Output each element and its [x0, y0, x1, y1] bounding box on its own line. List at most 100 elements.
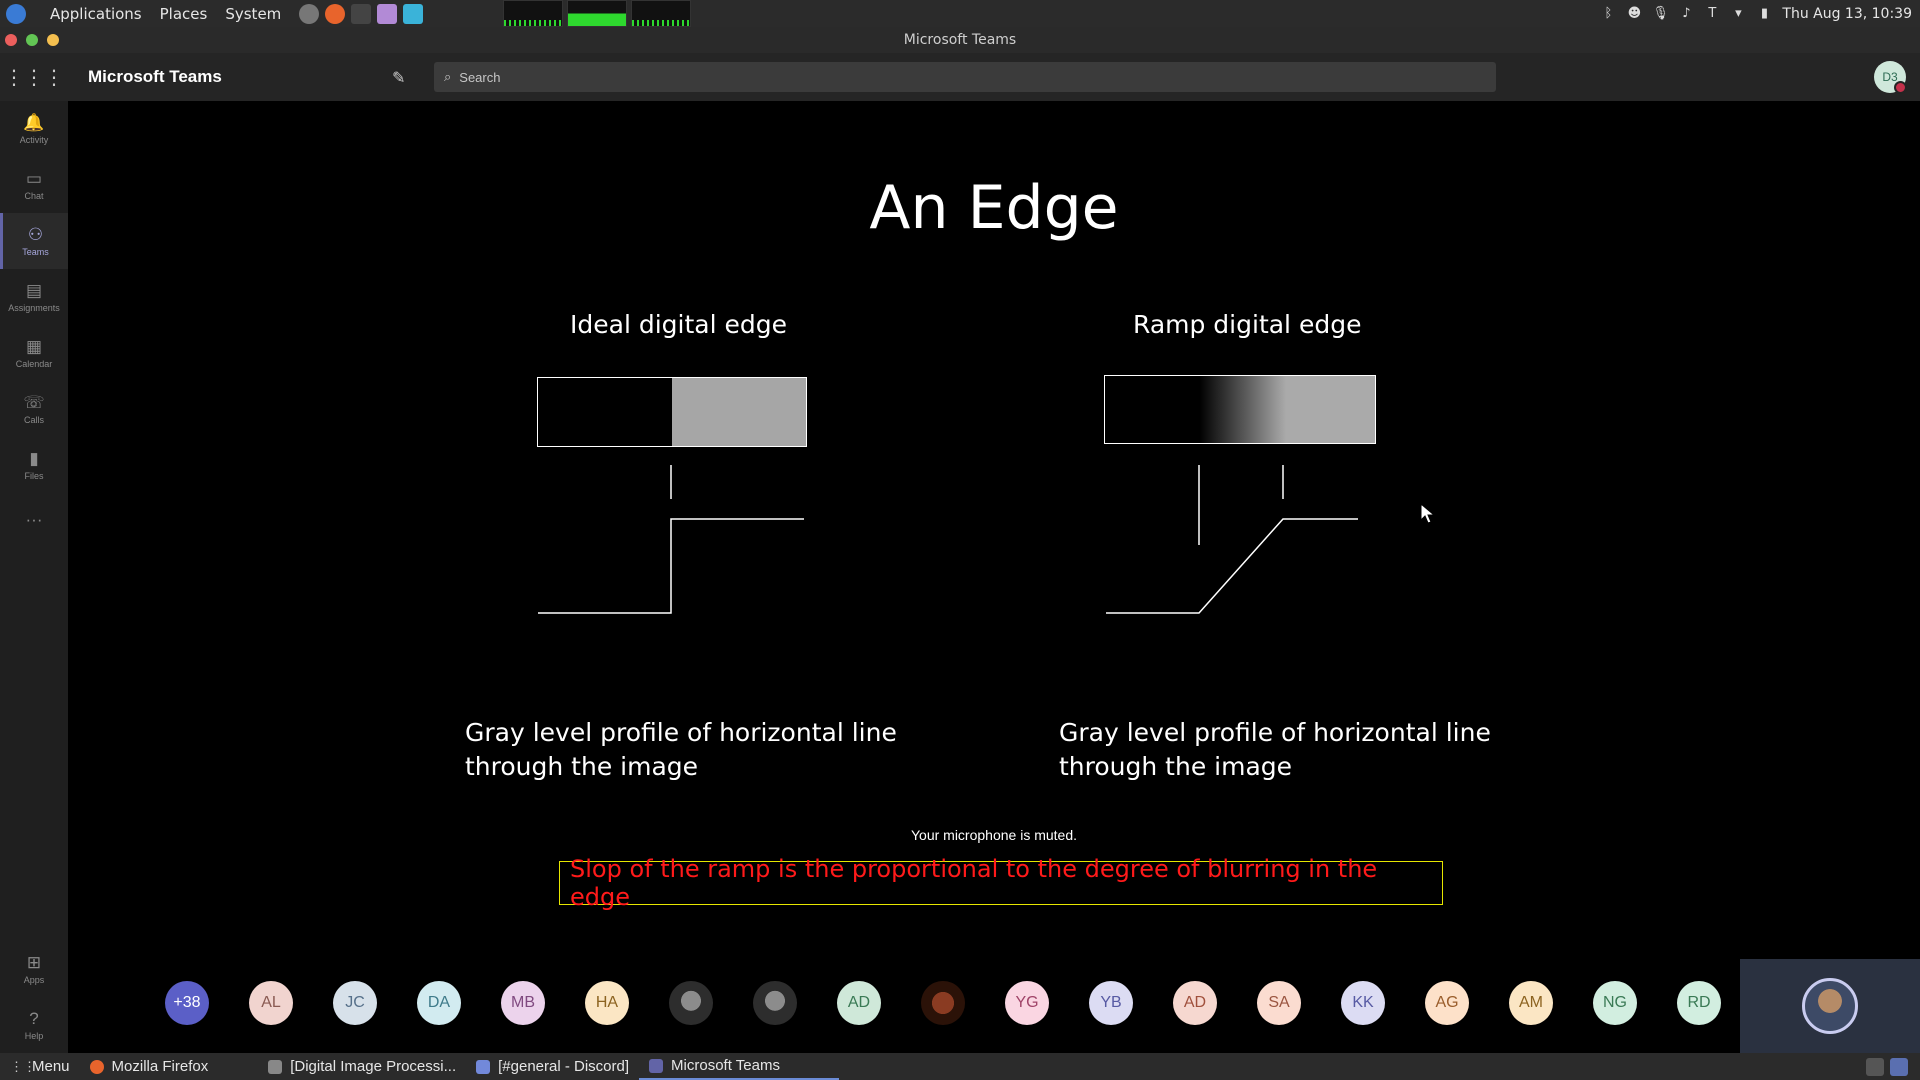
participant-avatar[interactable]: JC [333, 981, 377, 1025]
taskbar-document[interactable]: [Digital Image Processi... [258, 1053, 466, 1080]
document-icon [268, 1059, 283, 1074]
firefox-icon [89, 1059, 104, 1074]
text-editor-launcher-icon[interactable] [377, 3, 398, 24]
participant-avatar[interactable]: NG [1593, 981, 1637, 1025]
rail-label: Help [24, 1030, 44, 1041]
participant-photo-avatar[interactable] [669, 981, 713, 1025]
apps-icon: ⊞ [26, 952, 42, 972]
menu-grid-icon: ⋮⋮ [10, 1058, 36, 1074]
participant-avatar[interactable]: HA [585, 981, 629, 1025]
cpu-graph [503, 0, 564, 27]
chat-icon: ▭ [25, 168, 43, 188]
system-top-bar: Applications Places System ᛒ ☻ 🎙 ♪ T ▾ ▮… [0, 0, 1920, 27]
discord-icon [476, 1059, 491, 1074]
bluetooth-icon[interactable]: ᛒ [1600, 6, 1616, 21]
rail-label: Teams [22, 246, 49, 257]
workspace-1-icon[interactable] [1866, 1057, 1884, 1076]
participant-avatar[interactable]: AG [1425, 981, 1469, 1025]
ramp-profile-caption: Gray level profile of horizontal line th… [1059, 718, 1491, 781]
participant-avatar[interactable]: KK [1341, 981, 1385, 1025]
rail-help[interactable]: ? Help [0, 997, 68, 1053]
taskbar-discord[interactable]: [#general - Discord] [466, 1053, 639, 1080]
app-launcher-grid-icon[interactable]: ⋮⋮⋮ [0, 65, 68, 89]
teams-header: ⋮⋮⋮ Microsoft Teams ✎ ⌕ Search D3 [0, 53, 1920, 101]
user-avatar[interactable]: D3 [1874, 61, 1907, 94]
participant-avatar[interactable]: AD [1173, 981, 1217, 1025]
applications-menu[interactable]: Applications [50, 5, 142, 23]
rail-assignments[interactable]: ▤ Assignments [0, 269, 68, 325]
firefox-launcher-icon[interactable] [325, 3, 346, 24]
new-chat-compose-icon[interactable]: ✎ [392, 68, 422, 87]
rail-calls[interactable]: ☏ Calls [0, 381, 68, 437]
participant-photo-avatar[interactable] [753, 981, 797, 1025]
help-icon: ? [29, 1008, 39, 1028]
mic-muted-notice: Your microphone is muted. [910, 827, 1078, 843]
participant-photo-avatar[interactable] [921, 981, 965, 1025]
close-window-icon[interactable] [5, 34, 17, 46]
left-rail: 🔔 Activity ▭ Chat ⚇ Teams ▤ Assignments … [0, 101, 68, 1053]
ideal-profile-caption: Gray level profile of horizontal line th… [465, 718, 897, 781]
rail-calendar[interactable]: ▦ Calendar [0, 325, 68, 381]
participant-avatar[interactable]: YB [1089, 981, 1133, 1025]
participant-avatar[interactable]: AL [249, 981, 293, 1025]
system-monitor [503, 0, 692, 27]
participant-avatar[interactable]: AD [837, 981, 881, 1025]
launcher-icon[interactable] [299, 3, 320, 24]
maximize-window-icon[interactable] [26, 34, 38, 46]
wifi-icon[interactable]: ▾ [1730, 6, 1746, 21]
meeting-stage: An Edge Ideal digital edge Ramp digital … [68, 101, 1920, 959]
start-menu-button[interactable]: ⋮⋮ Menu [0, 1053, 80, 1080]
assignments-icon: ▤ [25, 280, 43, 300]
search-bar[interactable]: ⌕ Search [434, 62, 1496, 92]
participant-avatar[interactable]: YG [1005, 981, 1049, 1025]
rail-chat[interactable]: ▭ Chat [0, 157, 68, 213]
rail-files[interactable]: ▮ Files [0, 437, 68, 493]
rail-more[interactable]: ··· [0, 493, 68, 549]
teams-icon: ⚇ [27, 224, 44, 244]
distro-logo-icon[interactable] [6, 3, 26, 24]
rail-label: Activity [19, 134, 49, 145]
rail-teams[interactable]: ⚇ Teams [0, 213, 68, 269]
ramp-profile-line [1106, 518, 1358, 614]
ideal-profile-line [538, 518, 804, 614]
clock[interactable]: Thu Aug 13, 10:39 [1782, 6, 1912, 22]
volume-icon[interactable]: ♪ [1678, 6, 1694, 21]
window-titlebar: Microsoft Teams [0, 27, 1920, 53]
discord-tray-icon[interactable]: ☻ [1626, 6, 1642, 21]
more-icon: ··· [25, 509, 43, 529]
overflow-participants-button[interactable]: +38 [165, 981, 209, 1025]
system-menu[interactable]: System [225, 5, 281, 23]
network-graph [631, 0, 692, 27]
terminal-launcher-icon[interactable] [351, 3, 372, 24]
participant-avatar[interactable]: RD [1677, 981, 1721, 1025]
taskbar-teams[interactable]: Microsoft Teams [639, 1053, 840, 1080]
participant-avatar[interactable]: MB [501, 981, 545, 1025]
teams-tray-icon[interactable]: T [1704, 6, 1720, 21]
participant-avatar[interactable]: DA [417, 981, 461, 1025]
workspace-switcher [1866, 1057, 1908, 1076]
battery-icon[interactable]: ▮ [1756, 6, 1772, 21]
rail-apps[interactable]: ⊞ Apps [0, 941, 68, 997]
slide-note-box: Slop of the ramp is the proportional to … [559, 855, 1443, 911]
minimize-window-icon[interactable] [47, 34, 59, 46]
rail-label: Files [24, 470, 44, 481]
window-title: Microsoft Teams [903, 32, 1017, 48]
rail-label: Calls [23, 414, 44, 425]
microphone-icon[interactable]: 🎙 [1652, 6, 1669, 21]
rail-label: Chat [24, 190, 44, 201]
search-icon: ⌕ [444, 69, 452, 84]
rail-activity[interactable]: 🔔 Activity [0, 101, 68, 157]
rail-bottom: ⊞ Apps ? Help [0, 941, 68, 1053]
workspace-2-icon[interactable] [1890, 1057, 1908, 1076]
app-title: Microsoft Teams [88, 67, 222, 86]
bell-icon: 🔔 [23, 112, 45, 132]
participant-avatar[interactable]: AM [1509, 981, 1553, 1025]
self-video-tile[interactable] [1740, 959, 1920, 1053]
system-tray: ᛒ ☻ 🎙 ♪ T ▾ ▮ Thu Aug 13, 10:39 [1600, 6, 1912, 22]
notes-launcher-icon[interactable] [403, 3, 424, 24]
places-menu[interactable]: Places [160, 5, 208, 23]
taskbar-label: [Digital Image Processi... [290, 1058, 457, 1075]
participant-avatar[interactable]: SA [1257, 981, 1301, 1025]
taskbar-label: Mozilla Firefox [111, 1058, 209, 1075]
taskbar-firefox[interactable]: Mozilla Firefox [80, 1053, 219, 1080]
